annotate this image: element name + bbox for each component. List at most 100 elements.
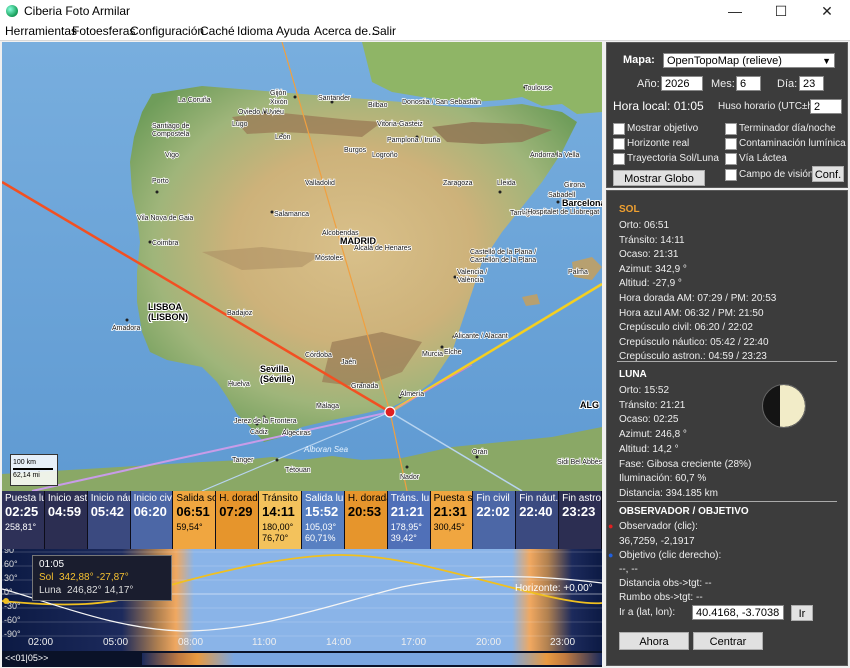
timeline-event[interactable]: Inicio astro04:59	[44, 491, 88, 549]
svg-text:Barcelona: Barcelona	[562, 198, 602, 208]
tooltip-moon-label: Luna	[39, 585, 62, 596]
timeline-event-altitude: 60,71%	[305, 533, 336, 543]
now-button[interactable]: Ahora	[619, 632, 689, 650]
timezone-input[interactable]: 2	[810, 99, 842, 114]
timeline-event[interactable]: Inicio civil 06:20	[130, 491, 174, 549]
svg-text:León: León	[275, 134, 291, 141]
minimize-button[interactable]: —	[712, 0, 758, 22]
svg-text:Algeciras: Algeciras	[282, 430, 311, 437]
trajectory-checkbox[interactable]	[613, 153, 625, 165]
graph-y-tick: 0°	[4, 587, 13, 597]
timeline-event[interactable]: H. dorada 07:29	[216, 491, 260, 549]
timeline-event-label: Fin civil	[476, 493, 510, 504]
config-button[interactable]: Conf.	[812, 166, 844, 182]
menu-configuracion[interactable]: Configuración	[130, 24, 204, 38]
show-target-checkbox[interactable]	[613, 123, 625, 135]
svg-text:Córdoba: Córdoba	[305, 352, 332, 359]
menu-fotoesferas[interactable]: Fotoesferas	[72, 24, 135, 38]
tooltip-sun-value: 342,88° -27,87°	[59, 572, 129, 583]
svg-text:Castelló de la Plana /: Castelló de la Plana /	[470, 249, 536, 256]
timeline-event[interactable]: H. dorada 20:53	[344, 491, 388, 549]
graph-x-tick: 02:00	[28, 637, 54, 648]
timeline-event-label: Salida sol	[176, 493, 217, 504]
svg-text:Cádiz: Cádiz	[250, 429, 268, 436]
map-label: Mapa:	[623, 54, 655, 66]
terminator-checkbox[interactable]	[725, 123, 737, 135]
menu-cache[interactable]: Caché	[200, 24, 235, 38]
svg-text:Zaragoza: Zaragoza	[443, 180, 473, 187]
show-target-label: Mostrar objetivo	[627, 123, 699, 134]
light-pollution-checkbox[interactable]	[725, 138, 737, 150]
svg-text:Alicante / Alacant: Alicante / Alacant	[454, 333, 508, 340]
svg-text:Girona: Girona	[564, 182, 585, 189]
close-button[interactable]: ✕	[804, 0, 850, 22]
timeline-scrubber[interactable]: <<01|05>>	[2, 651, 602, 667]
map-controls-panel: Mapa: OpenTopoMap (relieve) ▼ Año: 2026 …	[606, 42, 848, 188]
day-input[interactable]: 23	[799, 76, 824, 91]
show-globe-button[interactable]: Mostrar Globo	[613, 170, 705, 186]
menu-idioma[interactable]: Idioma	[237, 24, 273, 38]
timeline-event-azimuth: 105,03°	[305, 522, 337, 532]
moon-info-line: Azimut: 246,8 °	[619, 429, 687, 441]
horizon-label: Horizonte: +0,00°	[515, 583, 593, 594]
timeline-event[interactable]: Fin civil 22:02	[473, 491, 517, 549]
svg-text:Huelva: Huelva	[228, 381, 250, 388]
svg-text:Gijón: Gijón	[270, 90, 286, 97]
svg-text:Castellón de la Plana: Castellón de la Plana	[470, 257, 536, 264]
menu-herramientas[interactable]: Herramientas	[5, 24, 77, 38]
timeline-event-time: 22:02	[476, 504, 510, 519]
svg-text:L'Hospitalet de Llobregat: L'Hospitalet de Llobregat	[522, 209, 599, 216]
moon-phase-icon	[762, 384, 806, 428]
timeline-event[interactable]: Inicio náut.05:42	[87, 491, 131, 549]
month-input[interactable]: 6	[736, 76, 761, 91]
timeline-event[interactable]: Tráns. luna21:21 178,95°39,42°	[387, 491, 431, 549]
menu-ayuda[interactable]: Ayuda	[276, 24, 310, 38]
timeline-event[interactable]: Puesta luna02:25 258,81°	[2, 491, 45, 549]
sun-info-line: Azimut: 342,9 °	[619, 263, 687, 275]
graph-x-tick: 08:00	[178, 637, 204, 648]
real-horizon-checkbox[interactable]	[613, 138, 625, 150]
timeline-event[interactable]: Tránsito sol14:11 180,00°76,70°	[259, 491, 302, 549]
timeline-event-label: H. dorada	[347, 493, 388, 504]
timeline-event[interactable]: Salida luna15:52 105,03°60,71%	[302, 491, 345, 549]
milky-way-checkbox[interactable]	[725, 153, 737, 165]
chevron-down-icon: ▼	[822, 56, 831, 66]
year-input[interactable]: 2026	[661, 76, 703, 91]
menu-salir[interactable]: Salir	[372, 24, 396, 38]
svg-text:Jerez de la Frontera: Jerez de la Frontera	[234, 418, 297, 425]
svg-text:Nador: Nador	[400, 474, 420, 481]
map-select[interactable]: OpenTopoMap (relieve) ▼	[663, 53, 835, 68]
local-time: Hora local: 01:05	[613, 99, 704, 113]
svg-text:Tanger: Tanger	[232, 457, 254, 464]
time-nav[interactable]: <<01|05>>	[5, 653, 48, 663]
menu-acerca[interactable]: Acerca de...	[314, 24, 378, 38]
bearing-label: Rumbo obs->tgt: --	[619, 592, 703, 603]
maximize-button[interactable]: ☐	[758, 0, 804, 22]
timeline-event[interactable]: Salida sol 06:51 59,54°	[173, 491, 217, 549]
trajectory-label: Trayectoria Sol/Luna	[627, 153, 719, 164]
svg-text:Salamanca: Salamanca	[274, 211, 309, 218]
svg-text:Sevilla: Sevilla	[260, 364, 290, 374]
timezone-label: Huso horario (UTC±h):	[718, 101, 820, 112]
goto-input[interactable]: 40.4168, -3.7038	[692, 605, 784, 620]
svg-text:Jaén: Jaén	[341, 359, 356, 366]
center-button[interactable]: Centrar	[693, 632, 763, 650]
field-of-view-label: Campo de visión	[739, 169, 814, 180]
goto-button[interactable]: Ir	[791, 605, 813, 621]
moon-info-line: Fase: Gibosa creciente (28%)	[619, 458, 752, 470]
field-of-view-checkbox[interactable]	[725, 169, 737, 181]
timeline-event[interactable]: Fin náut. 22:40	[516, 491, 560, 549]
graph-y-tick: 60°	[4, 559, 18, 569]
altitude-graph[interactable]: 90° 60° 30° 0° -30° -60° -90° 02:00 05:00 08:00 1…	[2, 549, 602, 651]
svg-text:Móstoles: Móstoles	[315, 255, 344, 262]
sun-info-line: Tránsito: 14:11	[619, 234, 685, 246]
tooltip-moon-value: 246,82° 14,17°	[67, 585, 134, 596]
svg-text:Xixón: Xixón	[270, 99, 288, 106]
map-view[interactable]: Gijón Xixón La Coruña Oviedo / Uviéu San…	[2, 42, 602, 491]
svg-text:ALG: ALG	[580, 400, 599, 410]
timeline-event-time: 21:21	[390, 504, 424, 519]
graph-y-tick: -60°	[4, 615, 21, 625]
timeline-event[interactable]: Fin astro 23:23	[559, 491, 602, 549]
timeline-event[interactable]: Puesta sol21:31 300,45°	[430, 491, 474, 549]
graph-x-tick: 14:00	[326, 637, 352, 648]
